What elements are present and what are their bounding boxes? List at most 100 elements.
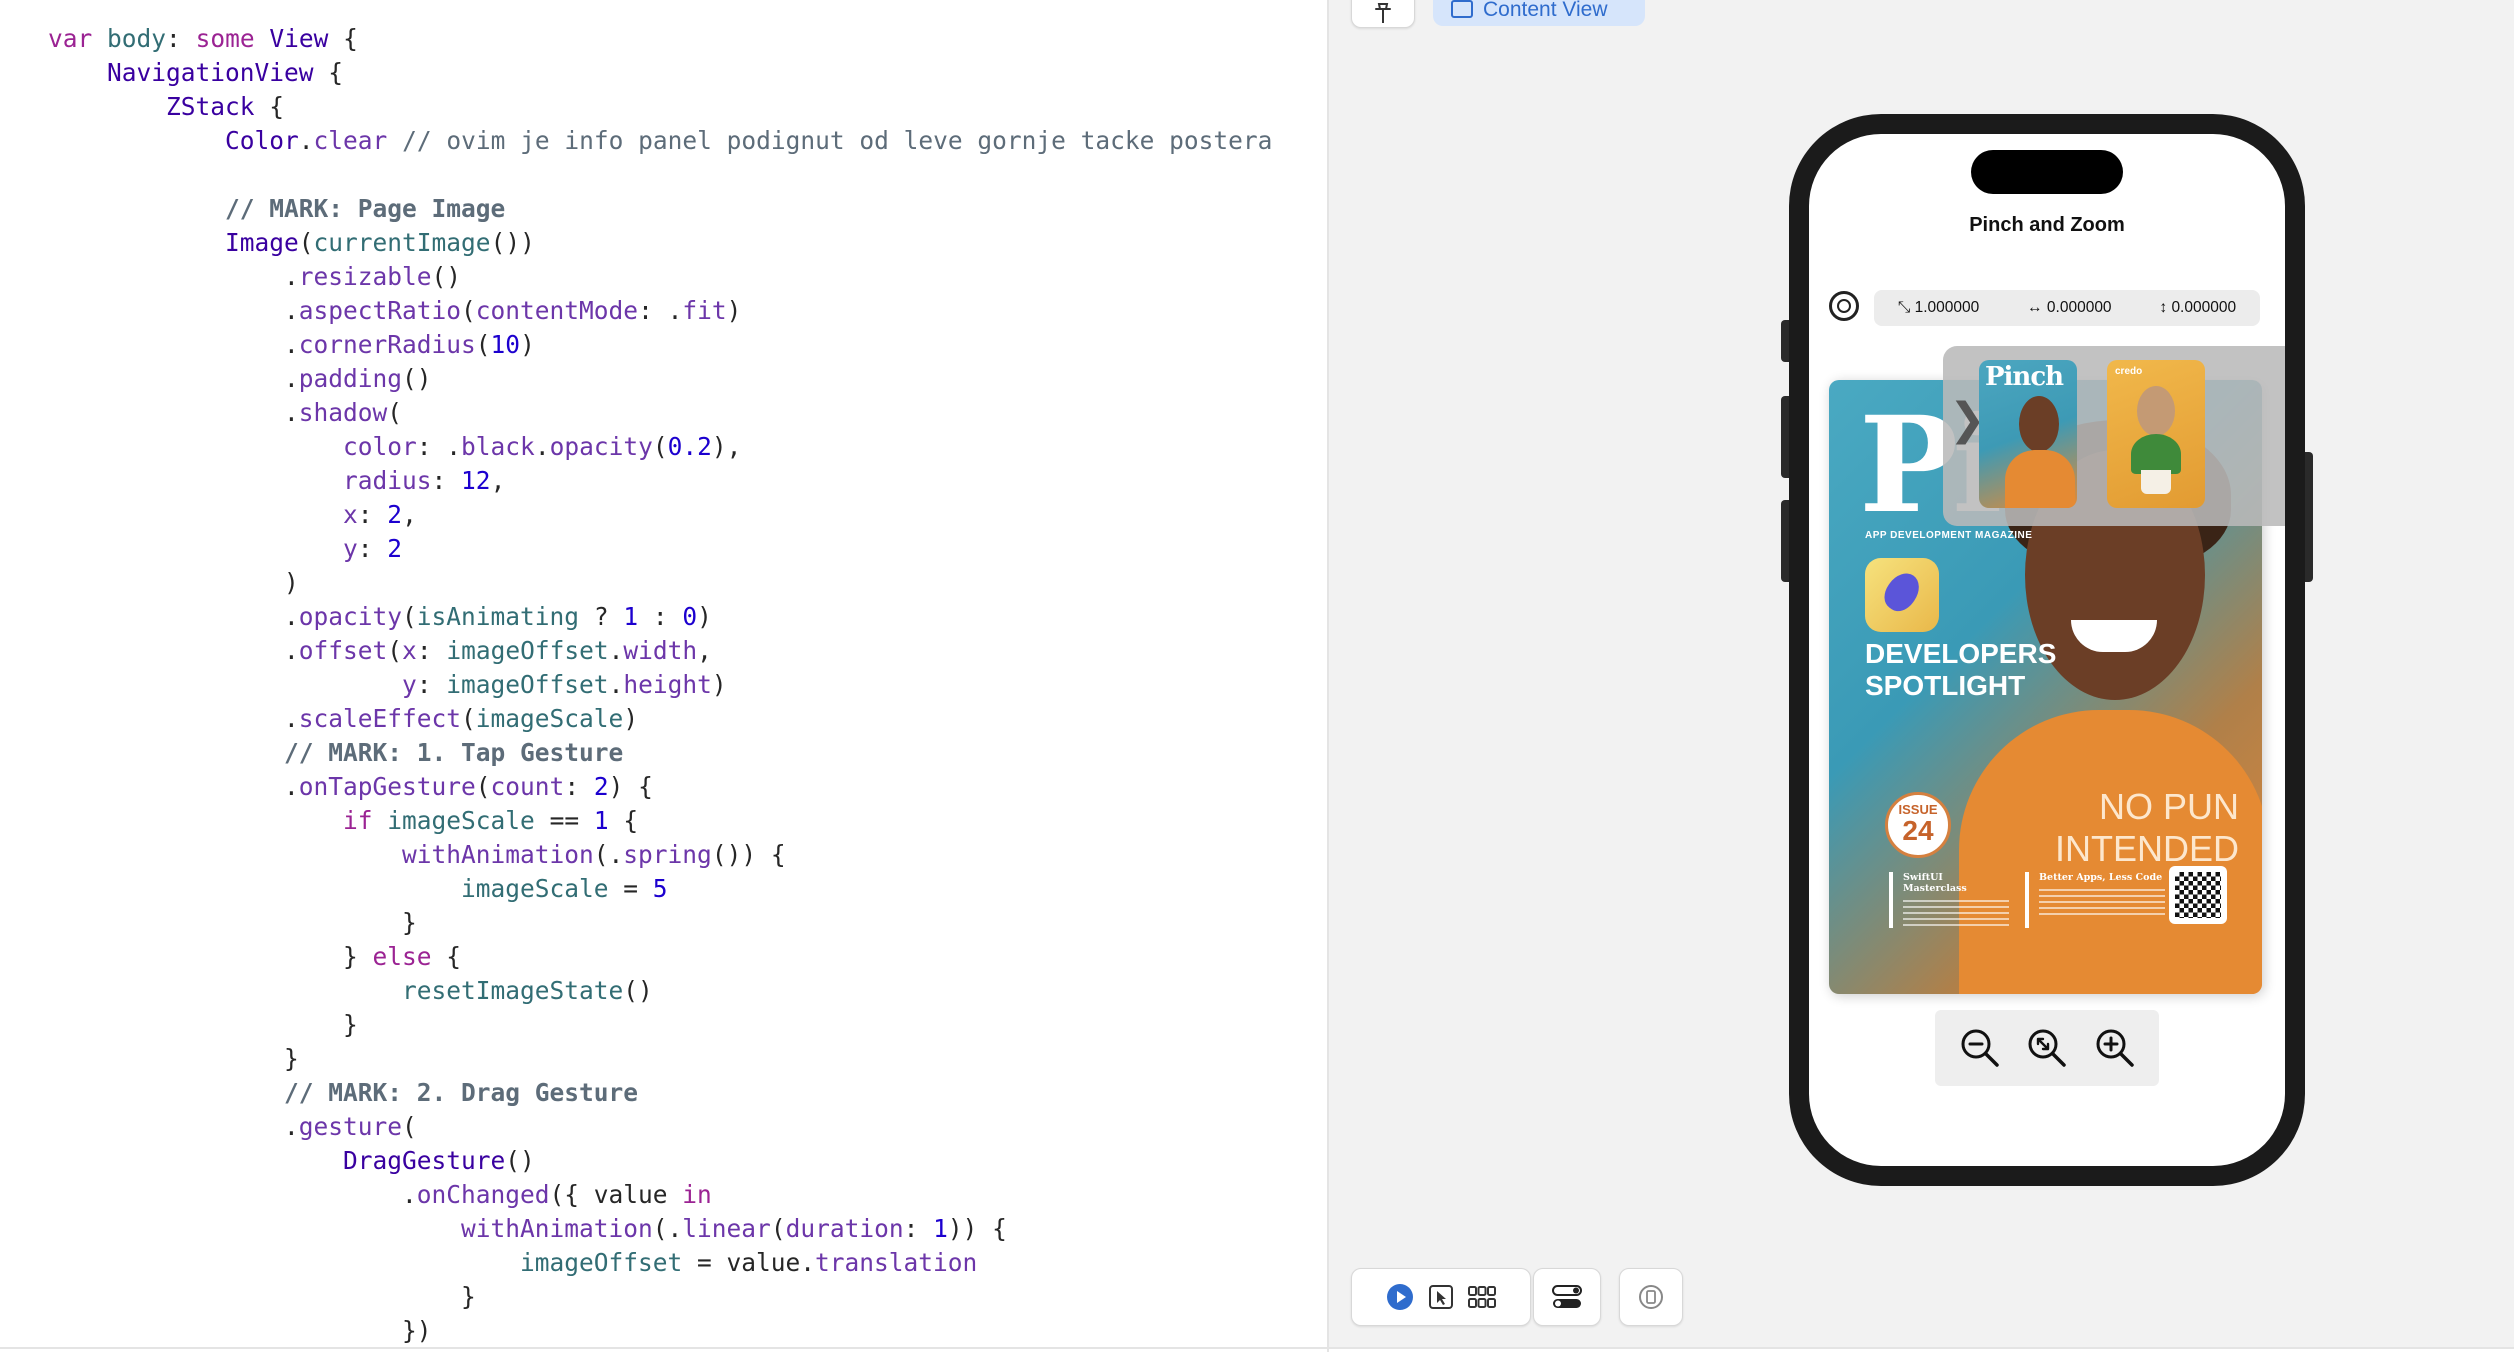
code-line[interactable]: .onTapGesture(count: 2) { bbox=[48, 770, 1272, 804]
code-token: { bbox=[431, 942, 462, 971]
code-token: . bbox=[608, 636, 624, 665]
offset-y-value: 0.000000 bbox=[2171, 299, 2237, 316]
code-token: (. bbox=[593, 840, 624, 869]
thumbnail-page-2[interactable]: credo bbox=[2107, 360, 2205, 508]
live-mode-button[interactable] bbox=[1386, 1283, 1414, 1311]
code-line[interactable]: NavigationView { bbox=[48, 56, 1272, 90]
code-line[interactable]: imageOffset = value.translation bbox=[48, 1246, 1272, 1280]
poster-column-1-heading: SwiftUI Masterclass bbox=[1903, 872, 1967, 894]
code-line[interactable]: } bbox=[48, 906, 1272, 940]
device-button[interactable] bbox=[1619, 1268, 1683, 1326]
code-line[interactable]: ZStack { bbox=[48, 90, 1272, 124]
thumbnail-2-pot bbox=[2141, 470, 2171, 494]
code-token: ( bbox=[461, 704, 476, 733]
code-token: onChanged bbox=[416, 1180, 550, 1209]
code-line[interactable]: .padding() bbox=[48, 362, 1272, 396]
volume-up-button bbox=[1781, 396, 1789, 478]
code-token: : . bbox=[638, 296, 683, 325]
poster-column-2-heading: Better Apps, Less Code bbox=[2039, 872, 2163, 883]
code-line[interactable]: // MARK: 1. Tap Gesture bbox=[48, 736, 1272, 770]
code-token: : . bbox=[416, 432, 462, 461]
code-text[interactable]: var body: some View { NavigationView { Z… bbox=[48, 22, 1272, 1348]
code-line[interactable]: ) bbox=[48, 566, 1272, 600]
code-token: ) bbox=[520, 330, 535, 359]
code-line[interactable]: } else { bbox=[48, 940, 1272, 974]
info-panel-toggle[interactable] bbox=[1829, 291, 1859, 321]
poster-tagline: NO PUN INTENDED bbox=[2054, 786, 2239, 869]
code-line[interactable]: // MARK: 2. Drag Gesture bbox=[48, 1076, 1272, 1110]
code-token: . bbox=[48, 398, 299, 427]
thumbnail-page-1[interactable]: Pinch bbox=[1979, 360, 2077, 508]
code-line[interactable]: if imageScale == 1 { bbox=[48, 804, 1272, 838]
code-line[interactable]: var body: some View { bbox=[48, 22, 1272, 56]
code-line[interactable]: .opacity(isAnimating ? 1 : 0) bbox=[48, 600, 1272, 634]
code-token: : bbox=[564, 772, 594, 801]
code-token: ()) { bbox=[711, 840, 786, 869]
code-token: isAnimating bbox=[416, 602, 580, 631]
code-token: . bbox=[298, 126, 314, 155]
code-line[interactable]: x: 2, bbox=[48, 498, 1272, 532]
arrow-up-down-icon: ↕ bbox=[2159, 299, 2168, 316]
thumbnail-2-face bbox=[2137, 386, 2175, 436]
poster-headline: DEVELOPERS SPOTLIGHT bbox=[1865, 638, 2057, 701]
code-line[interactable]: resetImageState() bbox=[48, 974, 1272, 1008]
code-line[interactable]: } bbox=[48, 1042, 1272, 1076]
code-token: ( bbox=[402, 602, 417, 631]
device-settings-icon bbox=[1552, 1285, 1582, 1308]
code-line[interactable]: color: .black.opacity(0.2), bbox=[48, 430, 1272, 464]
code-line[interactable]: .onChanged({ value in bbox=[48, 1178, 1272, 1212]
code-line[interactable]: imageScale = 5 bbox=[48, 872, 1272, 906]
thumbnail-2-plant bbox=[2131, 434, 2181, 474]
device-settings-button[interactable] bbox=[1533, 1268, 1601, 1326]
code-line[interactable]: Image(currentImage()) bbox=[48, 226, 1272, 260]
code-editor[interactable]: var body: some View { NavigationView { Z… bbox=[0, 0, 1327, 1352]
code-line[interactable]: DragGesture() bbox=[48, 1144, 1272, 1178]
code-line[interactable]: // MARK: Page Image bbox=[48, 192, 1272, 226]
code-line[interactable]: .gesture( bbox=[48, 1110, 1272, 1144]
code-token: radius bbox=[343, 466, 432, 495]
code-line[interactable]: } bbox=[48, 1008, 1272, 1042]
play-icon bbox=[1387, 1284, 1413, 1310]
selectable-mode-button[interactable] bbox=[1428, 1284, 1454, 1310]
code-token: () bbox=[505, 1146, 535, 1175]
code-line[interactable]: .scaleEffect(imageScale) bbox=[48, 702, 1272, 736]
code-token: DragGesture bbox=[343, 1146, 506, 1175]
code-line[interactable]: y: 2 bbox=[48, 532, 1272, 566]
code-token: : bbox=[638, 602, 683, 631]
code-token: fit bbox=[682, 296, 727, 325]
code-line[interactable]: .shadow( bbox=[48, 396, 1272, 430]
zoom-out-button[interactable] bbox=[1957, 1025, 2003, 1071]
code-line[interactable]: .cornerRadius(10) bbox=[48, 328, 1272, 362]
pin-button[interactable] bbox=[1351, 0, 1415, 28]
navigation-title: Pinch and Zoom bbox=[1969, 214, 2125, 236]
code-line[interactable]: } bbox=[48, 1280, 1272, 1314]
code-line[interactable] bbox=[48, 158, 1272, 192]
code-line[interactable]: y: imageOffset.height) bbox=[48, 668, 1272, 702]
reset-zoom-button[interactable] bbox=[2024, 1025, 2070, 1071]
code-line[interactable]: withAnimation(.linear(duration: 1)) { bbox=[48, 1212, 1272, 1246]
code-line[interactable]: .resizable() bbox=[48, 260, 1272, 294]
code-token: ) bbox=[623, 704, 639, 733]
code-line[interactable]: }) bbox=[48, 1314, 1272, 1348]
offset-y-readout: ↕ 0.000000 bbox=[2159, 299, 2236, 317]
zoom-in-icon bbox=[2096, 1029, 2134, 1067]
code-line[interactable]: radius: 12, bbox=[48, 464, 1272, 498]
thumbnail-2-title: credo bbox=[2115, 366, 2143, 377]
tab-content-view[interactable]: Content View bbox=[1433, 0, 1645, 26]
code-line[interactable]: .aspectRatio(contentMode: .fit) bbox=[48, 294, 1272, 328]
code-token: body bbox=[107, 24, 167, 53]
code-token: width bbox=[623, 636, 698, 665]
code-line[interactable]: .offset(x: imageOffset.width, bbox=[48, 634, 1272, 668]
code-line[interactable]: Color.clear // ovim je info panel podign… bbox=[48, 124, 1272, 158]
zoom-in-button[interactable] bbox=[2092, 1025, 2138, 1071]
variants-grid-button[interactable] bbox=[1468, 1286, 1496, 1308]
scale-readout: ⤡ 1.000000 bbox=[1898, 299, 1979, 317]
poster-column-1-text bbox=[1903, 900, 2009, 930]
code-token: spring bbox=[623, 840, 712, 869]
code-line[interactable]: withAnimation(.spring()) { bbox=[48, 838, 1272, 872]
